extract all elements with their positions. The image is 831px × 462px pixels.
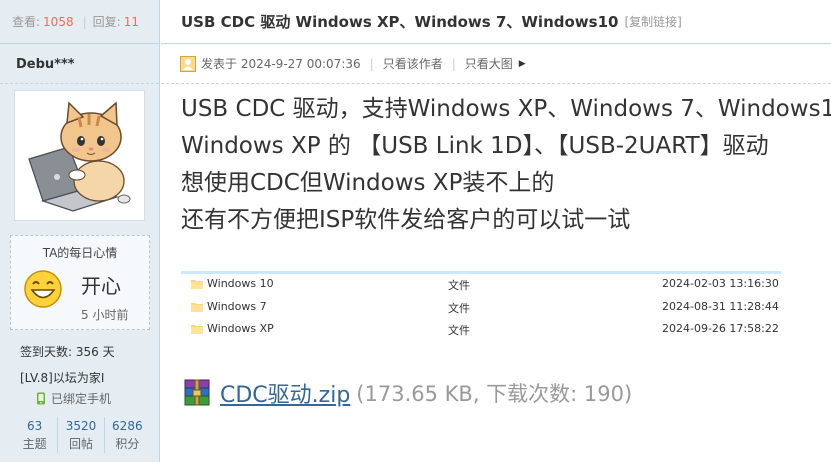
post-line: 还有不方便把ISP软件发给客户的可以试一试 [181, 207, 631, 233]
file-type: 文件 [448, 301, 470, 315]
attachment: CDC驱动.zip (173.65 KB, 下载次数: 190) [181, 377, 632, 409]
mood-title: TA的每日心情 [42, 246, 118, 260]
counter-label: 主题 [22, 437, 47, 451]
user-counters: 63 主题 3520 回帖 6286 积分 [12, 417, 150, 453]
copy-link-button[interactable]: [复制链接] [624, 13, 681, 30]
post-main: USB CDC 驱动 Windows XP、Windows 7、Windows1… [161, 0, 831, 462]
author-username[interactable]: Debu*** [0, 44, 159, 84]
file-row: Windows XP 文件 2024-09-26 17:58:22 [181, 319, 781, 342]
happy-face-icon [24, 270, 62, 308]
file-type: 文件 [448, 279, 470, 292]
counter-value: 6286 [112, 419, 143, 433]
file-date: 2024-02-03 13:16:30 [662, 277, 779, 290]
counter-value: 63 [27, 419, 43, 433]
mood-time: 5 小时前 [81, 308, 129, 322]
page-title: USB CDC 驱动 Windows XP、Windows 7、Windows1… [181, 13, 619, 31]
thread-title-bar: USB CDC 驱动 Windows XP、Windows 7、Windows1… [161, 0, 831, 44]
post-timestamp: 发表于 2024-9-27 00:07:36 [201, 57, 361, 71]
user-level[interactable]: [LV.8]以坛为家I [20, 369, 104, 386]
file-date: 2024-09-26 17:58:22 [662, 322, 779, 335]
file-type: 文件 [448, 324, 470, 337]
thread-stats: 查看: 1058 | 回复: 11 [0, 0, 159, 44]
file-name: Windows XP [207, 322, 274, 335]
post-meta: 发表于 2024-9-27 00:07:36 | 只看该作者 | 只看大图 ▶ [161, 44, 831, 84]
file-explorer-screenshot: Windows 10 文件 2024-02-03 13:16:30 Window… [181, 271, 781, 343]
folder-icon [191, 325, 203, 334]
post-body: USB CDC 驱动，支持Windows XP、Windows 7、Window… [181, 91, 831, 239]
daily-mood-box: TA的每日心情 开心 5 小时前 [10, 235, 150, 330]
cat-laptop-avatar-icon [28, 101, 131, 212]
folder-icon [191, 280, 203, 289]
meta-divider: | [451, 56, 456, 71]
replies-count: 11 [123, 14, 139, 29]
counter-value: 3520 [65, 419, 97, 433]
attachment-info: (173.65 KB, 下载次数: 190) [356, 382, 633, 406]
phone-bound-label: 已绑定手机 [51, 392, 112, 406]
counter-label: 积分 [115, 437, 140, 451]
only-author-link[interactable]: 只看该作者 [383, 55, 443, 72]
avatar[interactable] [14, 90, 145, 221]
triangle-right-icon[interactable]: ▶ [519, 59, 526, 69]
rar-archive-icon [184, 379, 210, 406]
folder-icon [191, 302, 203, 312]
user-avatar-icon [180, 55, 196, 72]
views-count: 1058 [43, 14, 74, 29]
file-row: Windows 7 文件 2024-08-31 11:28:44 [181, 297, 781, 320]
signin-days: 签到天数: 356 天 [20, 345, 115, 359]
counter-topics[interactable]: 63 主题 [12, 417, 59, 453]
file-date: 2024-08-31 11:28:44 [662, 299, 779, 313]
mobile-phone-icon [37, 392, 45, 405]
file-name: Windows 7 [207, 299, 267, 313]
views-label: 查看: [12, 15, 41, 29]
counter-points[interactable]: 6286 积分 [105, 417, 150, 453]
replies-label: 回复: [92, 15, 121, 29]
post-line: Windows XP 的 【USB Link 1D】、【USB-2UART】驱动 [181, 133, 769, 159]
stats-divider: | [82, 14, 87, 29]
post-line: USB CDC 驱动，支持Windows XP、Windows 7、Window… [181, 96, 831, 122]
post-line: 想使用CDC但Windows XP装不上的 [181, 170, 555, 196]
big-image-link[interactable]: 只看大图 [465, 55, 513, 72]
phone-bound-status: 已绑定手机 [36, 390, 111, 407]
counter-label: 回帖 [68, 437, 93, 451]
post-author-sidebar: 查看: 1058 | 回复: 11 Debu*** TA的每日心情 开心 5 小… [0, 0, 160, 462]
file-row: Windows 10 文件 2024-02-03 13:16:30 [181, 274, 781, 297]
mood-value: 开心 [81, 274, 121, 298]
attachment-download-link[interactable]: CDC驱动.zip [220, 377, 350, 409]
file-name: Windows 10 [207, 277, 274, 290]
counter-replies[interactable]: 3520 回帖 [58, 417, 105, 453]
meta-divider: | [369, 56, 374, 71]
